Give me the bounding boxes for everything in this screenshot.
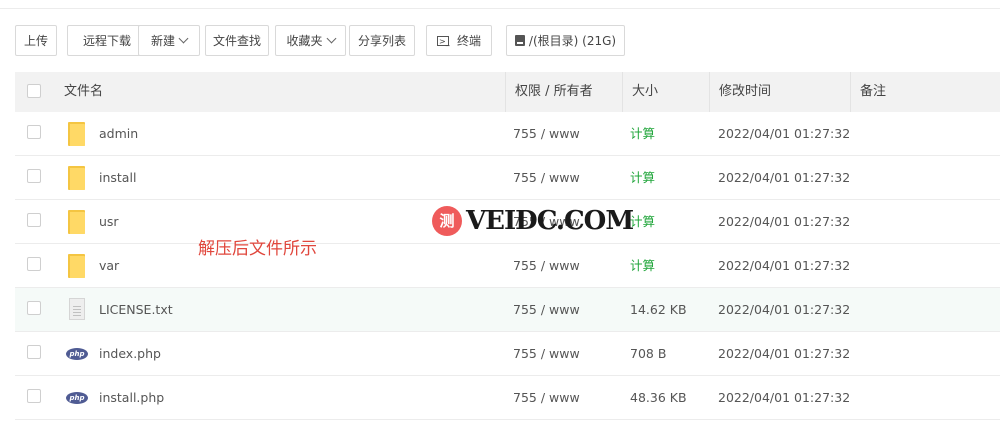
upload-button[interactable]: 上传 bbox=[15, 25, 57, 56]
file-mtime: 2022/04/01 01:27:32 bbox=[718, 390, 851, 405]
share-list-label: 分享列表 bbox=[357, 34, 406, 48]
favorites-dropdown-button[interactable]: 收藏夹 bbox=[275, 25, 346, 56]
row-checkbox[interactable] bbox=[27, 389, 41, 403]
calc-size-link[interactable]: 计算 bbox=[630, 244, 655, 288]
column-header-name[interactable]: 文件名 bbox=[64, 72, 103, 112]
chevron-down-icon bbox=[326, 33, 336, 44]
file-name[interactable]: install.php bbox=[99, 376, 164, 420]
file-mtime: 2022/04/01 01:27:32 bbox=[718, 126, 851, 141]
file-size: 708 B bbox=[630, 346, 667, 361]
column-header-perm-owner[interactable]: 权限 / 所有者 bbox=[515, 72, 593, 112]
file-search-label: 文件查找 bbox=[212, 34, 261, 48]
folder-icon bbox=[68, 122, 85, 146]
file-mtime: 2022/04/01 01:27:32 bbox=[718, 258, 851, 273]
row-checkbox[interactable] bbox=[27, 345, 41, 359]
file-mtime: 2022/04/01 01:27:32 bbox=[718, 214, 851, 229]
terminal-icon: >_ bbox=[436, 35, 450, 46]
share-list-button[interactable]: 分享列表 bbox=[349, 25, 415, 56]
file-name[interactable]: LICENSE.txt bbox=[99, 288, 173, 332]
remote-download-label: 远程下载 bbox=[82, 34, 131, 48]
php-file-icon: php bbox=[66, 348, 88, 360]
terminal-button[interactable]: >_ 终端 bbox=[426, 25, 492, 56]
file-mtime: 2022/04/01 01:27:32 bbox=[718, 170, 851, 185]
calc-size-link[interactable]: 计算 bbox=[630, 112, 655, 156]
row-checkbox[interactable] bbox=[27, 213, 41, 227]
terminal-label: 终端 bbox=[456, 34, 481, 48]
php-file-icon: php bbox=[66, 392, 88, 404]
file-perm-owner[interactable]: 755 / www bbox=[513, 112, 580, 156]
row-checkbox[interactable] bbox=[27, 257, 41, 271]
column-header-note: 备注 bbox=[860, 84, 887, 99]
remote-download-button[interactable]: 远程下载 bbox=[67, 25, 147, 56]
file-mtime: 2022/04/01 01:27:32 bbox=[718, 346, 851, 361]
file-perm-owner[interactable]: 755 / www bbox=[513, 244, 580, 288]
file-perm-owner[interactable]: 755 / www bbox=[513, 156, 580, 200]
upload-label: 上传 bbox=[23, 34, 48, 48]
table-row[interactable]: LICENSE.txt 755 / www 14.62 KB 2022/04/0… bbox=[15, 288, 1000, 332]
column-divider bbox=[709, 72, 710, 112]
table-row[interactable]: admin 755 / www 计算 2022/04/01 01:27:32 bbox=[15, 112, 1000, 156]
disk-label: /(根目录) (21G) bbox=[528, 34, 617, 48]
favorites-label: 收藏夹 bbox=[286, 34, 323, 48]
folder-icon bbox=[68, 254, 85, 278]
row-checkbox[interactable] bbox=[27, 169, 41, 183]
folder-icon bbox=[68, 166, 85, 190]
file-name[interactable]: index.php bbox=[99, 332, 161, 376]
folder-icon bbox=[68, 210, 85, 234]
table-row[interactable]: php index.php 755 / www 708 B 2022/04/01… bbox=[15, 332, 1000, 376]
new-dropdown-button[interactable]: 新建 bbox=[138, 25, 200, 56]
table-row[interactable]: var 755 / www 计算 2022/04/01 01:27:32 bbox=[15, 244, 1000, 288]
chevron-down-icon bbox=[178, 33, 189, 44]
column-header-size[interactable]: 大小 bbox=[632, 72, 658, 112]
annotation-text: 解压后文件所示 bbox=[198, 239, 317, 259]
column-divider bbox=[622, 72, 623, 112]
top-divider bbox=[0, 8, 1000, 9]
file-name[interactable]: admin bbox=[99, 112, 138, 156]
file-perm-owner[interactable]: 755 / www bbox=[513, 376, 580, 420]
row-checkbox[interactable] bbox=[27, 301, 41, 315]
file-size: 48.36 KB bbox=[630, 390, 687, 405]
file-perm-owner[interactable]: 755 / www bbox=[513, 332, 580, 376]
file-name[interactable]: usr bbox=[99, 200, 119, 244]
calc-size-link[interactable]: 计算 bbox=[630, 200, 655, 244]
watermark: 测 VEIDC.COM bbox=[432, 204, 634, 238]
disk-root-button[interactable]: /(根目录) (21G) bbox=[506, 25, 625, 56]
watermark-logo-icon: 测 bbox=[432, 206, 462, 236]
file-mtime: 2022/04/01 01:27:32 bbox=[718, 302, 851, 317]
file-size: 14.62 KB bbox=[630, 302, 687, 317]
table-row[interactable]: install 755 / www 计算 2022/04/01 01:27:32 bbox=[15, 156, 1000, 200]
watermark-text: VEIDC.COM bbox=[466, 206, 634, 236]
text-file-icon bbox=[69, 298, 85, 320]
table-header: 文件名 权限 / 所有者 大小 修改时间 备注 bbox=[15, 72, 1000, 112]
column-divider bbox=[505, 72, 506, 112]
table-row[interactable]: php install.php 755 / www 48.36 KB 2022/… bbox=[15, 376, 1000, 420]
file-name[interactable]: install bbox=[99, 156, 136, 200]
disk-icon bbox=[514, 35, 525, 46]
file-name[interactable]: var bbox=[99, 244, 119, 288]
column-header-mtime[interactable]: 修改时间 bbox=[719, 72, 771, 112]
column-divider bbox=[850, 72, 851, 112]
select-all-checkbox[interactable] bbox=[27, 84, 41, 98]
new-label: 新建 bbox=[150, 34, 175, 48]
file-search-button[interactable]: 文件查找 bbox=[205, 25, 269, 56]
calc-size-link[interactable]: 计算 bbox=[630, 156, 655, 200]
file-perm-owner[interactable]: 755 / www bbox=[513, 288, 580, 332]
row-checkbox[interactable] bbox=[27, 125, 41, 139]
